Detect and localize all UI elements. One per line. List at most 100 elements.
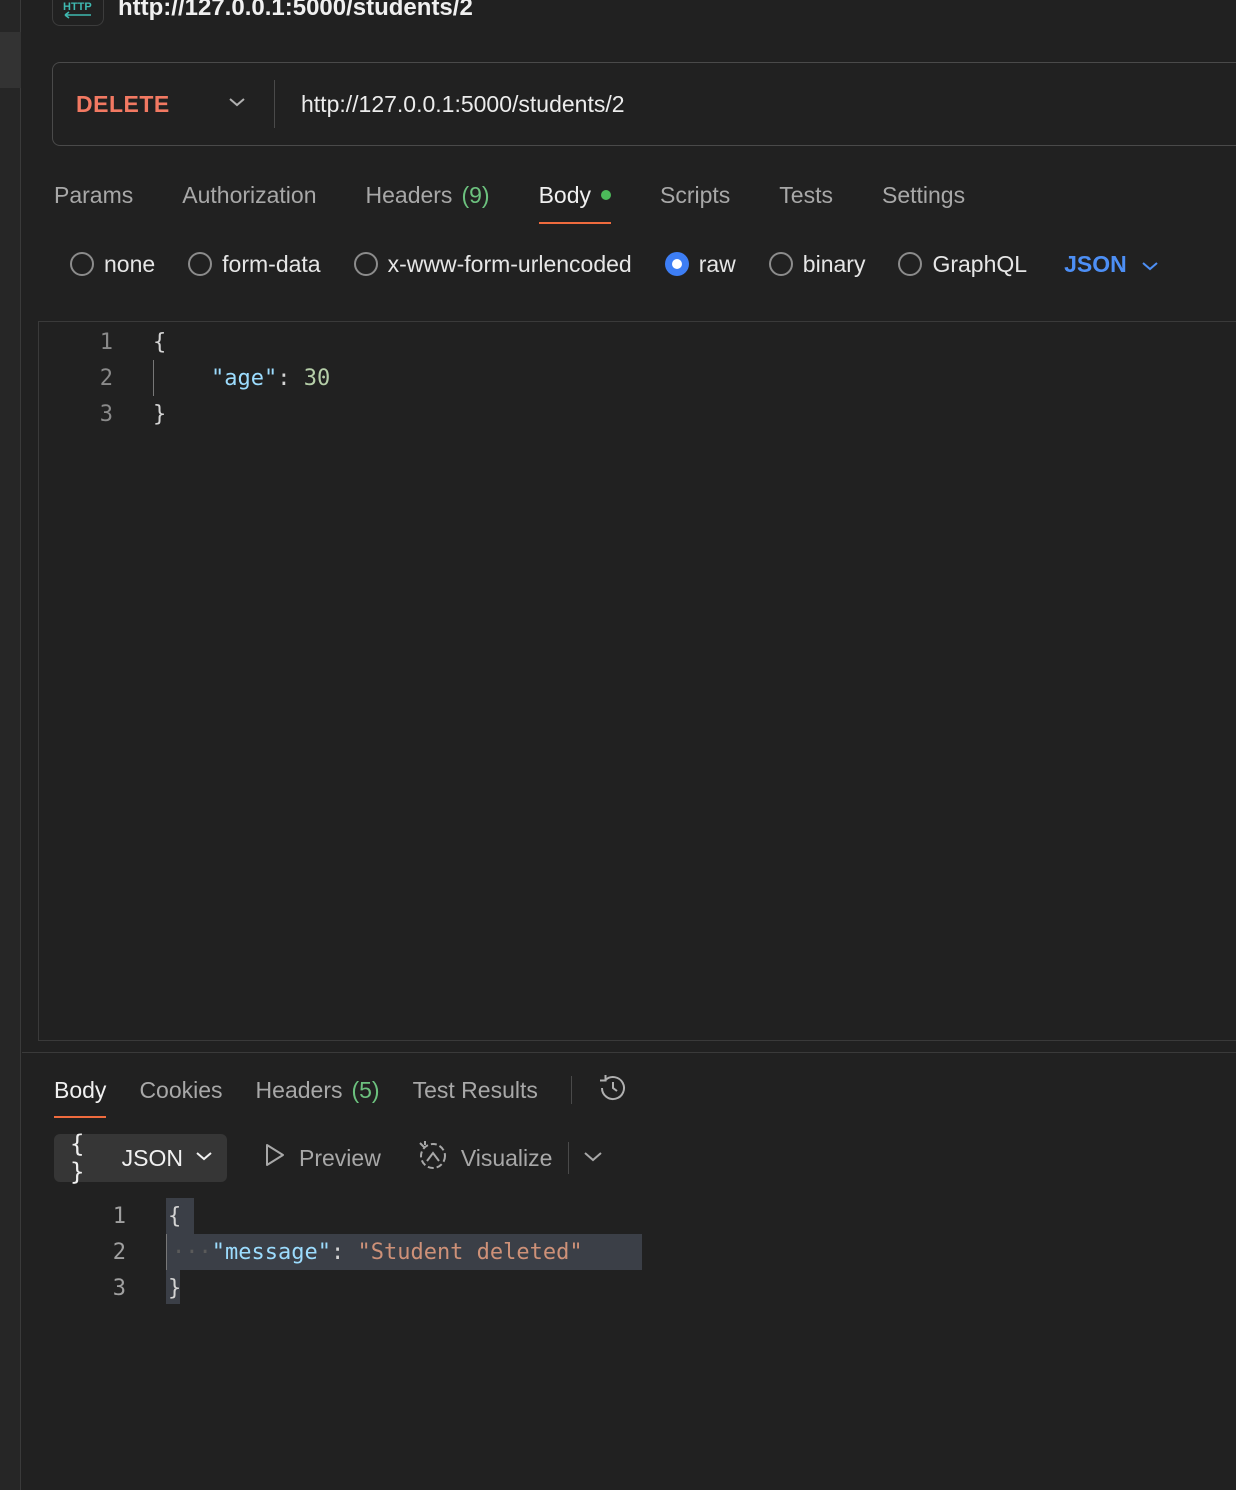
tab-label: Params [54, 181, 134, 208]
radio-none[interactable]: none [70, 251, 155, 278]
code-text: "age": 30 [211, 366, 330, 391]
tab-label: Test Results [412, 1076, 538, 1103]
body-format-label: JSON [1064, 250, 1127, 277]
response-tab-cookies[interactable]: Cookies [139, 1062, 222, 1118]
code-line: 2 "age": 30 [39, 360, 330, 396]
preview-button[interactable]: Preview [263, 1142, 381, 1174]
request-title[interactable]: http://127.0.0.1:5000/students/2 [118, 0, 473, 22]
line-number: 3 [112, 1275, 126, 1301]
body-type-selector: none form-data x-www-form-urlencoded raw… [70, 244, 1159, 284]
radio-graphql[interactable]: GraphQL [898, 251, 1027, 278]
radio-button[interactable] [70, 252, 94, 276]
tab-label: Headers [365, 181, 453, 208]
code-text: { [168, 1203, 182, 1229]
left-sidebar-rail [0, 0, 21, 1490]
json-key: "age" [211, 365, 278, 391]
tab-authorization[interactable]: Authorization [182, 166, 316, 224]
json-key: "message" [211, 1239, 331, 1265]
tab-label: Authorization [182, 181, 317, 208]
response-toolbar: { } JSON Preview Visualize [54, 1130, 603, 1186]
code-line: 2 ···"message": "Student deleted" [54, 1234, 583, 1270]
headers-count: (5) [351, 1076, 380, 1103]
tab-label: Settings [881, 181, 966, 208]
braces-icon: { } [70, 1130, 85, 1186]
history-icon[interactable] [596, 1071, 630, 1110]
line-number: 2 [112, 1239, 126, 1265]
response-tabs: Body Cookies Headers (5) Test Results [54, 1062, 630, 1118]
line-number: 1 [112, 1203, 126, 1229]
http-request-icon: HTTP [52, 0, 104, 26]
request-tabs: Params Authorization Headers (9) Body Scr… [54, 166, 1014, 224]
request-title-bar: HTTP http://127.0.0.1:5000/students/2 [52, 0, 473, 26]
radio-button[interactable] [188, 252, 213, 276]
json-colon: : [277, 365, 304, 391]
radio-label: raw [698, 250, 736, 277]
chevron-down-icon [1141, 251, 1159, 278]
radio-form-data[interactable]: form-data [188, 250, 321, 278]
tab-label: Body [54, 1076, 107, 1103]
code-line: 3 } [54, 1270, 182, 1306]
svg-text:HTTP: HTTP [63, 1, 92, 13]
radio-label: GraphQL [932, 250, 1028, 277]
tab-body[interactable]: Body [538, 166, 612, 224]
chevron-down-icon [583, 1149, 603, 1167]
line-number: 3 [99, 401, 113, 427]
radio-label: x-www-form-urlencoded [387, 250, 632, 277]
response-tab-headers[interactable]: Headers (5) [256, 1062, 380, 1118]
code-text: { [153, 329, 167, 355]
visualize-button[interactable]: Visualize [417, 1139, 553, 1177]
response-body-viewer[interactable]: 1 { 2 ···"message": "Student deleted" 3 … [54, 1198, 1154, 1308]
tab-label: Body [538, 181, 591, 208]
response-tab-test-results[interactable]: Test Results [413, 1062, 538, 1118]
method-label: DELETE [76, 90, 170, 117]
code-text: ···"message": "Student deleted" [172, 1240, 583, 1265]
radio-label: form-data [222, 250, 321, 277]
format-label: JSON [121, 1144, 183, 1171]
request-body-editor[interactable]: 1 { 2 "age": 30 3 } [38, 321, 1236, 1041]
headers-count: (9) [461, 181, 490, 208]
tab-scripts[interactable]: Scripts [660, 166, 730, 224]
radio-label: binary [802, 250, 866, 277]
body-format-select[interactable]: JSON [1064, 251, 1159, 278]
radio-urlencoded[interactable]: x-www-form-urlencoded [353, 250, 632, 278]
preview-label: Preview [299, 1144, 381, 1171]
chevron-down-icon [195, 1149, 213, 1167]
divider [570, 1076, 572, 1104]
visualize-label: Visualize [460, 1144, 553, 1171]
indent-guide [153, 360, 154, 396]
radio-binary[interactable]: binary [768, 250, 866, 278]
json-value: 30 [303, 365, 331, 391]
tab-label: Scripts [660, 181, 731, 208]
line-number: 2 [99, 365, 113, 391]
method-select[interactable]: DELETE [53, 80, 275, 128]
pane-divider[interactable] [22, 1052, 1236, 1053]
url-bar: DELETE [52, 62, 1236, 146]
radio-raw[interactable]: raw [664, 250, 736, 278]
radio-button[interactable] [768, 252, 793, 276]
tab-headers[interactable]: Headers (9) [366, 166, 490, 224]
tab-label: Headers [255, 1076, 343, 1103]
code-text: } [168, 1275, 182, 1301]
json-value: "Student deleted" [357, 1239, 583, 1265]
code-text: } [153, 401, 167, 427]
response-format-select[interactable]: { } JSON [54, 1130, 227, 1186]
sidebar-active-item[interactable] [0, 32, 21, 88]
radio-button-checked[interactable] [664, 252, 689, 276]
visualize-options-button[interactable] [583, 1149, 603, 1167]
tab-tests[interactable]: Tests [779, 166, 833, 224]
chevron-down-icon [228, 95, 246, 113]
tab-params[interactable]: Params [54, 166, 133, 224]
visualize-icon [417, 1139, 449, 1177]
tab-settings[interactable]: Settings [882, 166, 965, 224]
line-number: 1 [99, 329, 113, 355]
radio-label: none [104, 250, 156, 277]
body-modified-dot [601, 190, 611, 200]
app-root: HTTP http://127.0.0.1:5000/students/2 DE… [0, 0, 1236, 1490]
indent-dots: ··· [172, 1239, 212, 1265]
radio-button[interactable] [353, 252, 378, 276]
radio-button[interactable] [898, 252, 923, 276]
url-input[interactable] [275, 90, 1236, 118]
code-line: 3 } [39, 396, 167, 432]
tab-label: Cookies [139, 1076, 223, 1103]
response-tab-body[interactable]: Body [54, 1062, 107, 1118]
